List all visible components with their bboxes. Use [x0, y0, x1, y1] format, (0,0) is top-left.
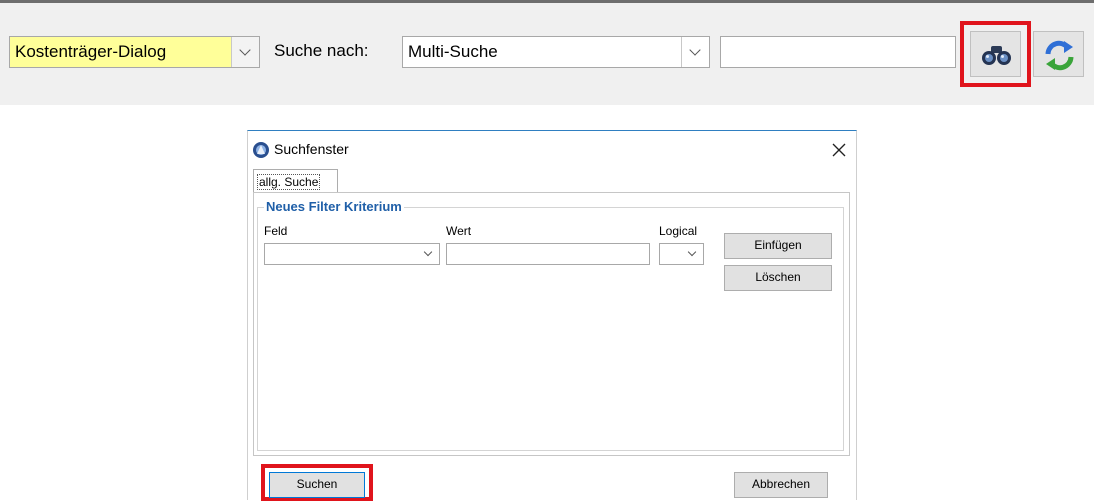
- value-label: Wert: [446, 224, 472, 238]
- refresh-icon: [1045, 40, 1074, 71]
- field-select-dropdown[interactable]: [419, 244, 439, 264]
- search-mode-select[interactable]: Multi-Suche: [402, 36, 710, 68]
- logical-select[interactable]: [659, 243, 704, 265]
- search-toolbar: Kostenträger-Dialog Suche nach: Multi-Su…: [0, 3, 1094, 105]
- filter-group-title: Neues Filter Kriterium: [264, 199, 404, 214]
- refresh-button[interactable]: [1033, 31, 1084, 77]
- search-button[interactable]: Suchen: [269, 472, 365, 498]
- tab-page: Neues Filter Kriterium Feld Wert Logical…: [253, 192, 850, 456]
- logical-label: Logical: [659, 224, 698, 238]
- chevron-down-icon: [689, 44, 701, 56]
- cancel-button[interactable]: Abbrechen: [734, 472, 828, 498]
- binoculars-icon: [982, 46, 1011, 65]
- chevron-down-icon: [687, 247, 697, 257]
- search-dialog: Suchfenster allg. Suche Neues Filter Kri…: [247, 130, 857, 501]
- dialog-select[interactable]: Kostenträger-Dialog: [9, 36, 260, 68]
- logical-select-dropdown[interactable]: [683, 244, 703, 264]
- tab-label: allg. Suche: [256, 174, 321, 190]
- delete-button[interactable]: Löschen: [724, 265, 832, 291]
- value-input[interactable]: [446, 243, 650, 265]
- search-mode-value: Multi-Suche: [408, 42, 498, 61]
- chevron-down-icon: [239, 44, 251, 56]
- search-by-label: Suche nach:: [274, 41, 369, 60]
- search-mode-dropdown-button[interactable]: [681, 37, 709, 67]
- close-icon[interactable]: [832, 143, 846, 157]
- insert-button[interactable]: Einfügen: [724, 233, 832, 259]
- dialog-select-dropdown-button[interactable]: [231, 37, 259, 67]
- chevron-down-icon: [423, 247, 433, 257]
- field-label: Feld: [264, 224, 288, 238]
- dialog-title: Suchfenster: [274, 141, 349, 157]
- binoculars-search-button[interactable]: [970, 31, 1021, 77]
- tab-general-search[interactable]: allg. Suche: [253, 169, 338, 193]
- dialog-select-value: Kostenträger-Dialog: [15, 42, 167, 61]
- field-select[interactable]: [264, 243, 440, 265]
- search-input[interactable]: [720, 36, 956, 68]
- app-logo-icon: [253, 142, 269, 158]
